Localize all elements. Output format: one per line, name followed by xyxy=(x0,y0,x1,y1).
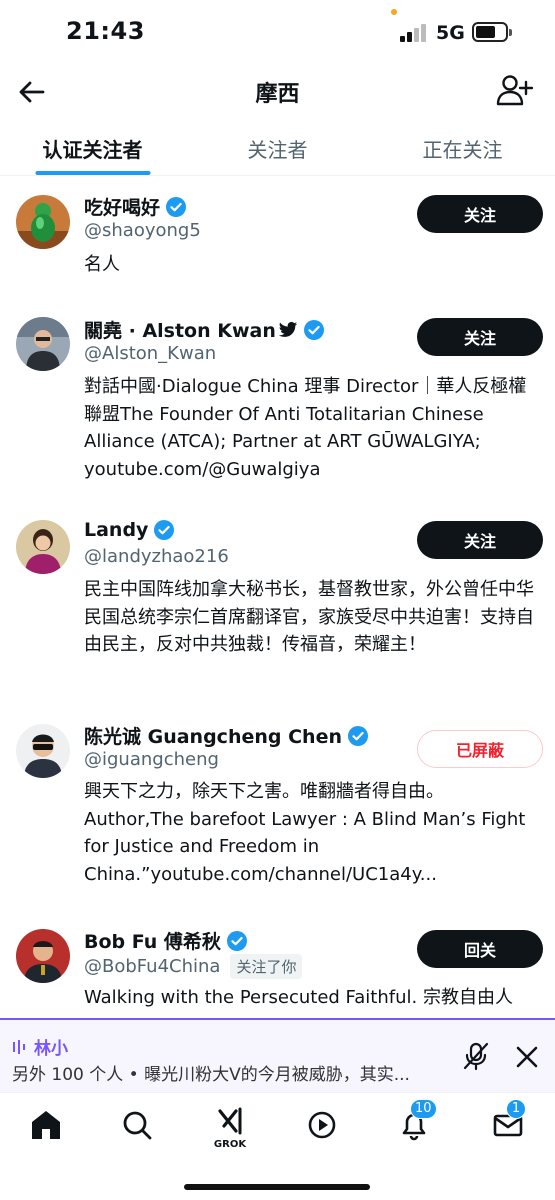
battery-icon xyxy=(472,22,512,42)
bird-icon xyxy=(278,321,298,337)
privacy-indicator-dot xyxy=(391,9,397,15)
verified-badge-icon xyxy=(166,196,187,217)
user-bio: Walking with the Persecuted Faithful. 宗教… xyxy=(84,987,513,1008)
user-name[interactable]: Landy xyxy=(84,519,175,541)
close-icon xyxy=(516,1046,538,1068)
user-name[interactable]: Bob Fu 傅希秋 xyxy=(84,927,247,954)
verified-badge-icon xyxy=(154,520,175,540)
user-bio: 名人 xyxy=(84,254,120,275)
user-bio: 興天下之力，除天下之害。唯翻牆者得自由。Author,The barefoot … xyxy=(84,781,526,885)
verified-badge-icon xyxy=(226,930,247,951)
user-cell[interactable]: Bob Fu 傅希秋 @BobFu4China 关注了你 Walking wit… xyxy=(0,911,555,1018)
network-label: 5G xyxy=(436,22,465,44)
space-host: 林小 xyxy=(12,1034,68,1059)
nav-messages[interactable]: 1 xyxy=(488,1099,528,1145)
user-handle-text: @shaoyong5 xyxy=(84,220,201,241)
home-icon xyxy=(32,1111,60,1139)
blocked-button[interactable]: 已屏蔽 xyxy=(417,730,543,768)
messages-badge: 1 xyxy=(506,1099,526,1119)
user-handle-text: @landyzhao216 xyxy=(84,546,229,567)
tab-followers[interactable]: 关注者 xyxy=(185,118,370,175)
mic-off-button[interactable] xyxy=(460,1040,492,1072)
user-handle[interactable]: @iguangcheng xyxy=(84,749,219,770)
page-title: 摩西 xyxy=(255,82,300,107)
tab-bar: 认证关注者 关注者 正在关注 xyxy=(0,118,555,176)
user-bio: 民主中国阵线加拿大秘书长，基督教世家，外公曾任中华民国总统李宗仁首席翻译官，家族… xyxy=(84,579,534,655)
verified-badge-icon xyxy=(303,319,324,340)
space-title: 另外 100 个人 • 曝光川粉大V的今月被威胁，其实... xyxy=(12,1065,410,1085)
avatar[interactable] xyxy=(16,929,70,983)
user-handle[interactable]: @shaoyong5 xyxy=(84,220,201,241)
user-name-text: Landy xyxy=(84,519,149,541)
user-handle-text: @Alston_Kwan xyxy=(84,343,217,364)
space-host-name: 林小 xyxy=(34,1039,68,1059)
header: 摩西 xyxy=(0,66,555,116)
user-cell[interactable]: 吃好喝好 @shaoyong5 名人 关注 xyxy=(0,176,555,301)
tab-following[interactable]: 正在关注 xyxy=(370,118,555,175)
avatar[interactable] xyxy=(16,317,70,371)
user-bio: 對話中國·Dialogue China 理事 Director｜華人反極權聯盟T… xyxy=(84,376,527,480)
user-handle-text: @iguangcheng xyxy=(84,749,219,770)
space-player-bar[interactable]: 林小 另外 100 个人 • 曝光川粉大V的今月被威胁，其实... xyxy=(0,1018,555,1092)
add-user-icon xyxy=(496,75,534,106)
follow-button[interactable]: 关注 xyxy=(417,521,543,559)
status-bar: 21:43 5G xyxy=(0,0,555,66)
home-indicator[interactable] xyxy=(184,1184,370,1190)
add-user-button[interactable] xyxy=(495,72,534,110)
follows-you-badge: 关注了你 xyxy=(230,954,303,979)
user-list: 吃好喝好 @shaoyong5 名人 关注 關堯 · Alston Kwan @… xyxy=(0,176,555,1018)
follow-back-button[interactable]: 回关 xyxy=(417,930,543,968)
search-icon xyxy=(123,1111,152,1140)
user-name-text: Bob Fu 傅希秋 xyxy=(84,931,221,953)
user-name[interactable]: 陈光诚 Guangcheng Chen xyxy=(84,722,368,749)
play-circle-icon xyxy=(308,1111,336,1139)
user-name-text: 陈光诚 Guangcheng Chen xyxy=(84,726,342,748)
nav-search[interactable] xyxy=(117,1105,157,1145)
nav-notifications[interactable]: 10 xyxy=(394,1099,437,1145)
user-name-text: 吃好喝好 xyxy=(84,197,161,219)
status-time: 21:43 xyxy=(66,17,145,45)
avatar[interactable] xyxy=(16,724,70,778)
user-name-text: 關堯 · Alston Kwan xyxy=(84,320,276,342)
audio-wave-icon xyxy=(13,1039,25,1054)
signal-icon xyxy=(400,24,428,42)
user-cell[interactable]: 陈光诚 Guangcheng Chen @iguangcheng 興天下之力，除… xyxy=(0,706,555,911)
nav-grok[interactable]: GROK xyxy=(210,1105,250,1150)
mic-off-icon xyxy=(463,1042,489,1071)
user-cell[interactable]: Landy @landyzhao216 民主中国阵线加拿大秘书长，基督教世家，外… xyxy=(0,506,555,706)
user-name[interactable]: 關堯 · Alston Kwan xyxy=(84,316,324,343)
user-cell[interactable]: 關堯 · Alston Kwan @Alston_Kwan 對話中國·Dialo… xyxy=(0,301,555,506)
grok-icon xyxy=(218,1107,242,1135)
user-handle-text: @BobFu4China xyxy=(84,956,221,977)
avatar[interactable] xyxy=(16,195,70,249)
user-handle[interactable]: @BobFu4China 关注了你 xyxy=(84,954,303,979)
user-handle[interactable]: @Alston_Kwan xyxy=(84,343,216,364)
nav-home[interactable] xyxy=(26,1105,66,1145)
nav-video[interactable] xyxy=(302,1105,342,1145)
follow-button[interactable]: 关注 xyxy=(417,318,543,356)
follow-button[interactable]: 关注 xyxy=(417,195,543,233)
close-button[interactable] xyxy=(514,1044,540,1070)
user-name[interactable]: 吃好喝好 xyxy=(84,193,187,220)
user-handle[interactable]: @landyzhao216 xyxy=(84,546,229,567)
notification-badge: 10 xyxy=(410,1099,437,1119)
grok-label: GROK xyxy=(213,1139,247,1150)
avatar[interactable] xyxy=(16,520,70,574)
verified-badge-icon xyxy=(348,725,368,746)
tab-verified-followers[interactable]: 认证关注者 xyxy=(0,118,185,175)
bottom-nav: GROK 10 1 xyxy=(0,1092,555,1200)
